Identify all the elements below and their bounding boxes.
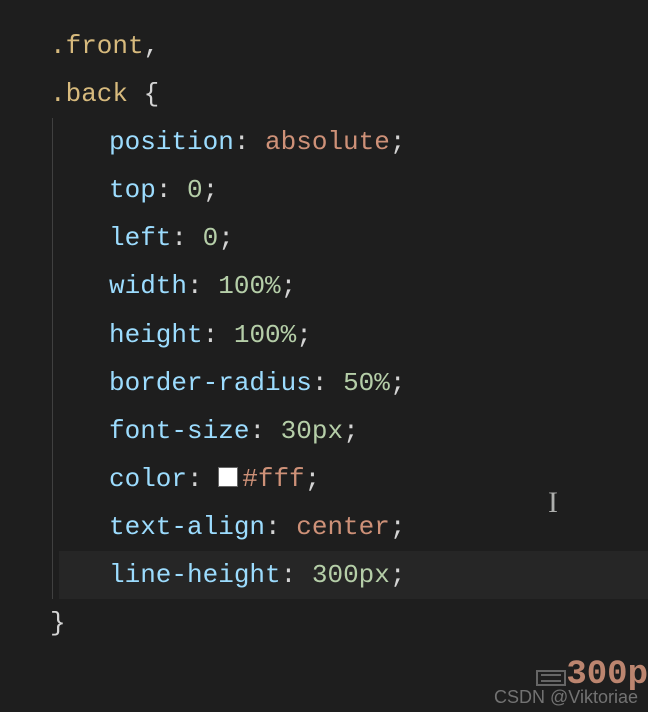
css-value: center <box>296 512 390 542</box>
declaration-line: top: 0; <box>109 166 648 214</box>
css-property: text-align <box>109 512 265 542</box>
selector-line-1: .front, <box>50 22 648 70</box>
declaration-line: left: 0; <box>109 214 648 262</box>
css-property: top <box>109 175 156 205</box>
ruler-icon <box>536 670 566 686</box>
brace-close: } <box>50 608 66 638</box>
css-value: 50% <box>343 368 390 398</box>
css-value: 0 <box>203 223 219 253</box>
css-property: height <box>109 320 203 350</box>
declaration-line: position: absolute; <box>109 118 648 166</box>
css-value: 300px <box>312 560 390 590</box>
text-cursor-icon <box>548 486 550 514</box>
indent-block: position: absolute; top: 0; left: 0; wid… <box>52 118 648 599</box>
comma: , <box>144 31 160 61</box>
declaration-line: color: #fff; <box>109 455 648 503</box>
css-property: border-radius <box>109 368 312 398</box>
css-value: 100% <box>234 320 296 350</box>
declaration-line: width: 100%; <box>109 262 648 310</box>
css-property: font-size <box>109 416 249 446</box>
declaration-line-active: line-height: 300px; <box>59 551 648 599</box>
css-value: 0 <box>187 175 203 205</box>
code-editor[interactable]: .front, .back { position: absolute; top:… <box>50 22 648 647</box>
css-value: 30px <box>281 416 343 446</box>
declaration-line: font-size: 30px; <box>109 407 648 455</box>
css-value: 100% <box>218 271 280 301</box>
color-swatch-icon <box>218 467 238 487</box>
css-selector: .front <box>50 31 144 61</box>
declaration-line: height: 100%; <box>109 311 648 359</box>
brace-close-line: } <box>50 599 648 647</box>
declaration-line: border-radius: 50%; <box>109 359 648 407</box>
css-property: left <box>109 223 171 253</box>
watermark-text: CSDN @Viktoriae <box>494 687 638 708</box>
brace-open: { <box>144 79 160 109</box>
css-property: line-height <box>109 560 281 590</box>
declaration-line: text-align: center; <box>109 503 648 551</box>
css-value: absolute <box>265 127 390 157</box>
css-property: width <box>109 271 187 301</box>
css-selector: .back <box>50 79 128 109</box>
css-property: position <box>109 127 234 157</box>
css-value: #fff <box>242 464 304 494</box>
css-property: color <box>109 464 187 494</box>
selector-line-2: .back { <box>50 70 648 118</box>
